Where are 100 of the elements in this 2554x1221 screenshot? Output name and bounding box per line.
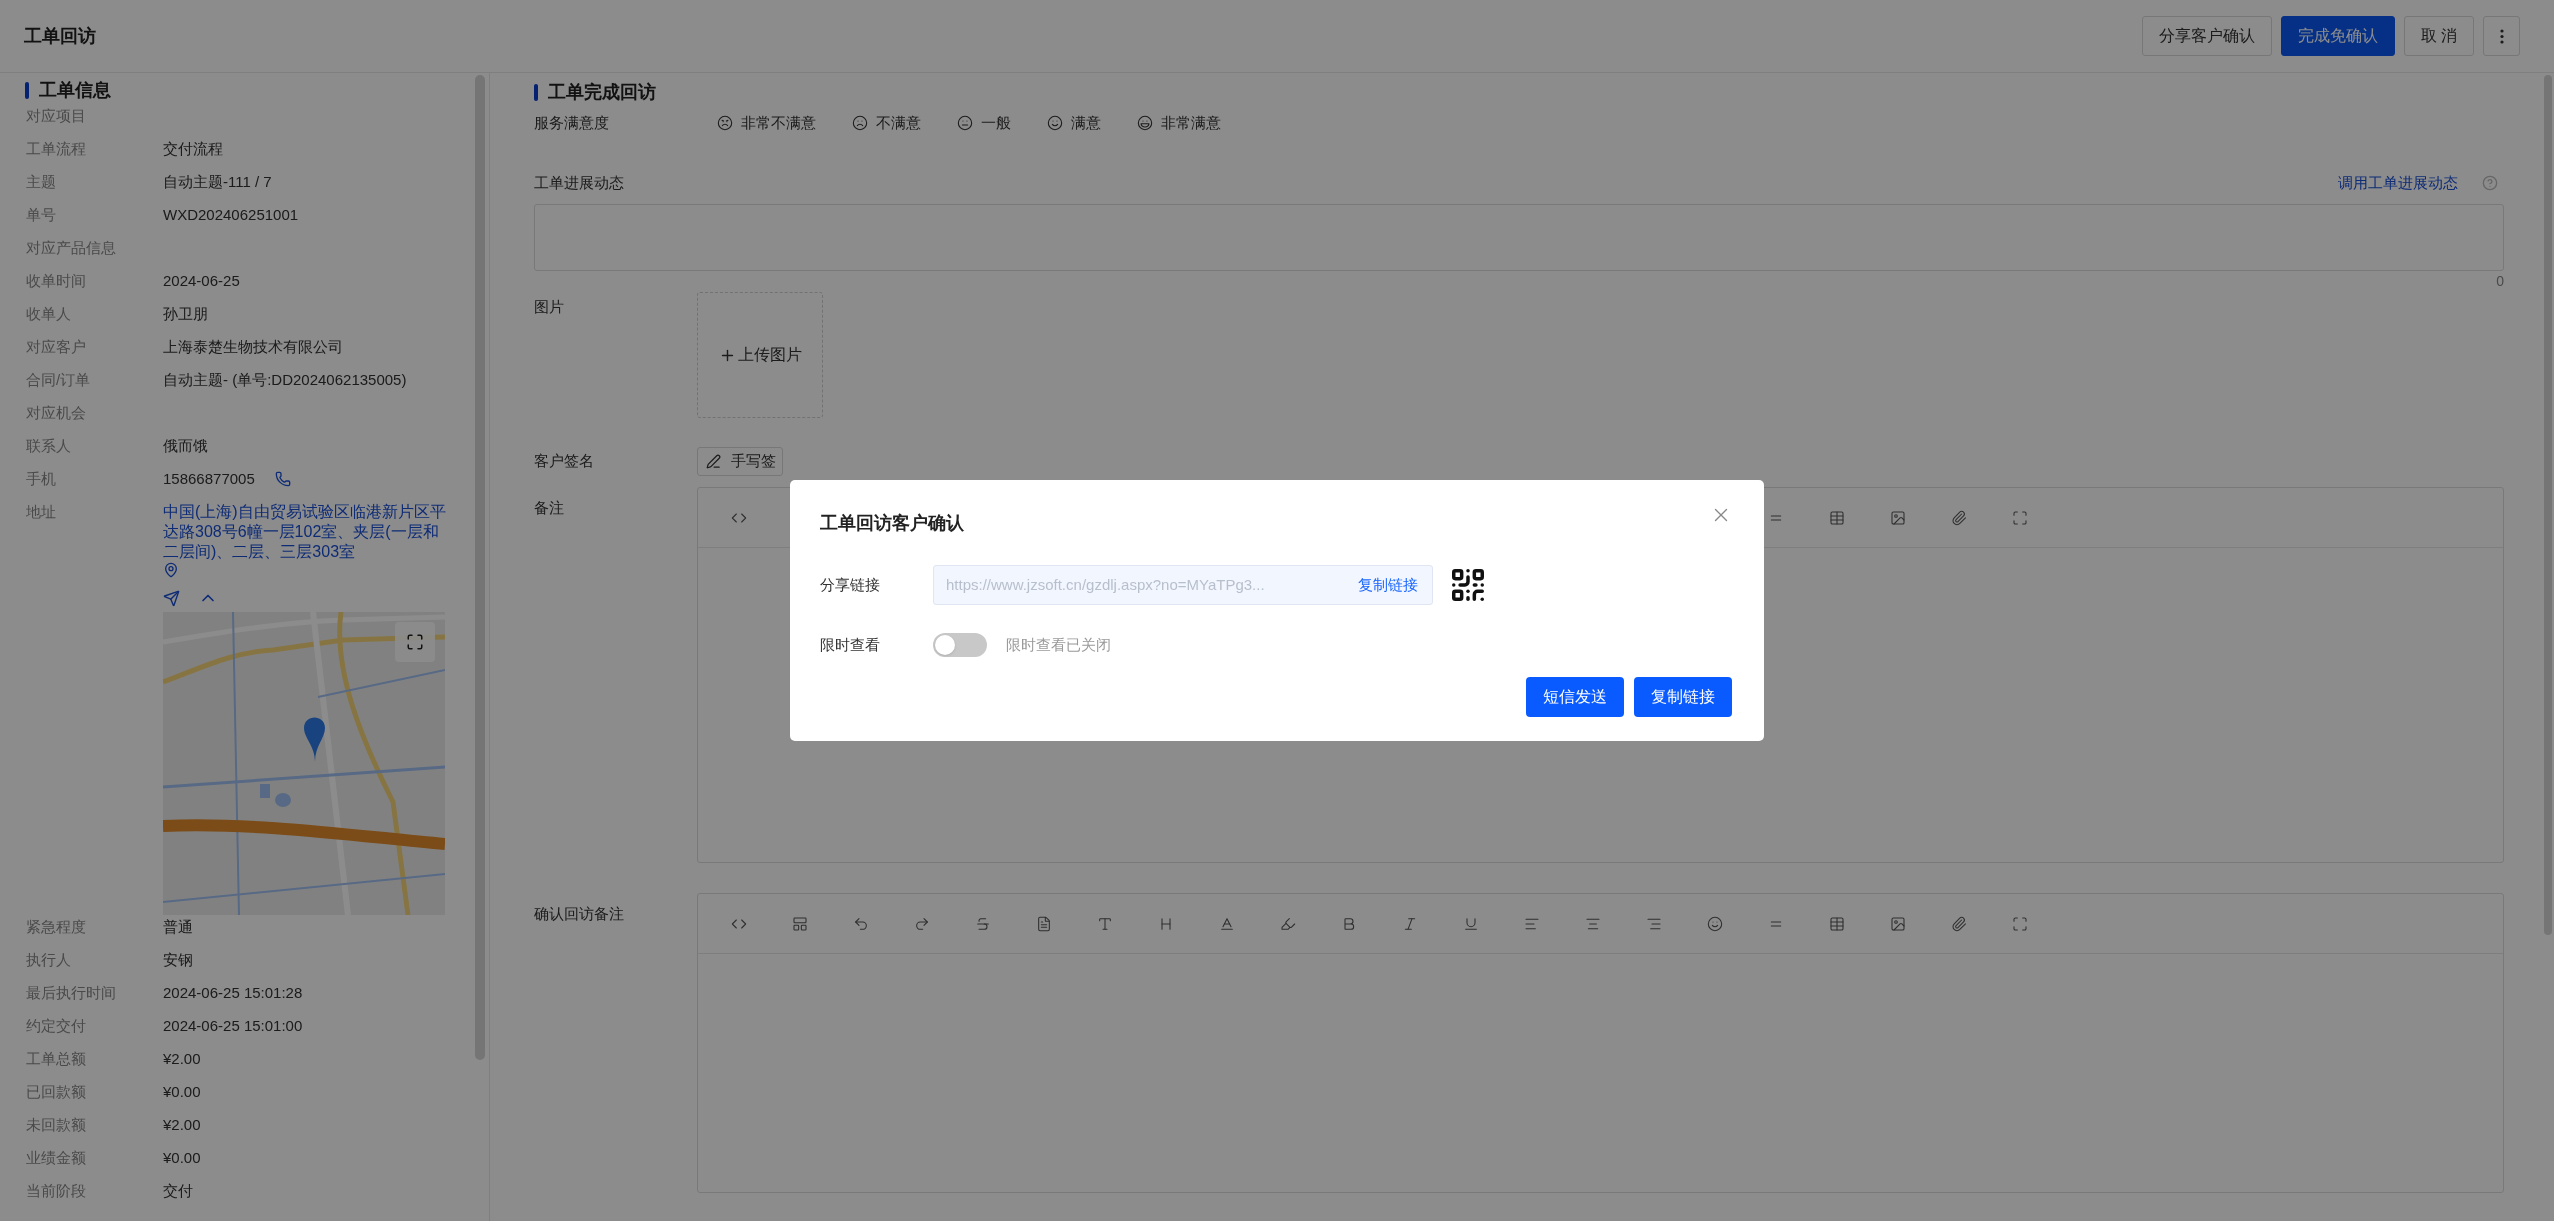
send-icon[interactable] [163,589,180,607]
font-color-icon[interactable] [1218,915,1235,932]
field-value: 2024-06-25 15:01:00 [163,1016,303,1036]
field-value: 15866877005 [163,469,255,489]
emoji-icon[interactable] [1706,915,1723,932]
field-label: 备注 [534,498,565,518]
strikethrough-icon[interactable] [974,915,991,932]
rating-option[interactable]: 非常满意 [1137,112,1221,135]
field-value: 孙卫朋 [163,304,208,324]
field-value: ¥0.00 [163,1148,201,1168]
header-button[interactable]: 取 消 [2403,16,2474,56]
laughing-face-icon [1137,115,1153,132]
qr-code-icon[interactable] [1449,566,1487,604]
field-label: 主题 [26,172,57,192]
dialog-button[interactable]: 短信发送 [1526,677,1624,717]
smile-face-icon [1047,115,1063,132]
field-label: 收单人 [26,304,72,324]
undo-icon[interactable] [852,915,869,932]
dialog-button[interactable]: 复制链接 [1634,677,1732,717]
share-link-field[interactable]: https://www.jzsoft.cn/gzdlj.aspx?no=MYaTPg3... 复制链接 [933,565,1433,605]
field-label: 合同/订单 [26,370,92,390]
field-label: 最后执行时间 [26,983,117,1003]
field-label: 手机 [26,469,57,489]
field-label: 对应产品信息 [26,238,117,258]
field-label: 分享链接 [820,574,881,595]
field-value: 交付流程 [163,139,223,159]
section-marker [25,82,29,99]
field-label: 收单时间 [26,271,87,291]
field-value: 普通 [163,917,193,937]
field-value: 自动主题-111 / 7 [163,172,272,192]
field-label: 联系人 [26,436,72,456]
load-progress-link[interactable]: 调用工单进展动态 [2338,171,2458,194]
section-marker [534,84,538,101]
character-count: 0 [2496,272,2504,291]
section-title: 工单完成回访 [548,81,656,104]
field-value: 交付 [163,1181,193,1201]
field-value: 俄而饿 [163,436,208,456]
document-icon[interactable] [1035,915,1052,932]
field-label: 图片 [534,297,565,317]
field-label: 对应项目 [26,106,87,126]
field-value: ¥2.00 [163,1115,201,1135]
time-limit-switch[interactable] [933,633,987,657]
header-button[interactable]: 完成免确认 [2280,16,2395,56]
field-label: 工单流程 [26,139,87,159]
table-icon[interactable] [1828,915,1845,932]
share-link-value: https://www.jzsoft.cn/gzdlj.aspx?no=MYaTPg3... [946,574,1265,595]
field-label: 当前阶段 [26,1181,87,1201]
field-label: 工单进展动态 [534,172,624,193]
rating-option[interactable]: 不满意 [852,112,921,135]
copy-link[interactable]: 复制链接 [1358,573,1418,597]
text-icon[interactable] [1096,915,1113,932]
address-link[interactable]: 中国(上海)自由贸易试验区临港新片区平达路308号6幢一层102室、夹层(一层和二层间)、二层、三层303室 [163,502,447,562]
redo-icon[interactable] [913,915,930,932]
field-label: 单号 [26,205,57,225]
map-pin-icon[interactable] [163,562,179,578]
field-label: 紧急程度 [26,917,87,937]
rating-option[interactable]: 非常不满意 [717,112,816,135]
highlighter-icon[interactable] [1279,915,1296,932]
rating-option[interactable]: 一般 [957,112,1011,135]
field-value: WXD202406251001 [163,205,299,225]
time-limit-status: 限时查看已关闭 [1006,634,1111,655]
help-icon[interactable] [2482,174,2498,191]
upload-image-button[interactable]: 上传图片 [697,292,823,418]
field-label: 执行人 [26,950,72,970]
field-label: 对应客户 [26,337,87,357]
field-label: 服务满意度 [534,113,610,133]
field-label: 业绩金额 [26,1148,87,1168]
template-icon[interactable] [791,915,808,932]
field-value: ¥2.00 [163,1049,201,1069]
handwrite-signature-button[interactable]: 手写签 [697,447,783,476]
image-icon[interactable] [1889,509,1906,526]
fullscreen-button[interactable] [395,622,435,662]
fullscreen-icon [406,633,424,651]
field-value: 安钢 [163,950,193,970]
table-icon[interactable] [1828,509,1845,526]
field-label: 已回款额 [26,1082,87,1102]
frown-face-icon [852,115,868,132]
field-label: 限时查看 [820,634,881,655]
field-label: 确认回访备注 [534,904,625,924]
header-button[interactable]: 分享客户确认 [2141,16,2272,56]
field-value: ¥0.00 [163,1082,201,1102]
phone-icon[interactable] [274,471,291,487]
attachment-icon[interactable] [1950,509,1967,526]
angry-face-icon [717,115,733,132]
field-label: 工单总额 [26,1049,87,1069]
rating-option[interactable]: 满意 [1047,112,1101,135]
field-value: 上海泰楚生物技术有限公司 [163,337,343,357]
section-title: 工单信息 [39,79,111,102]
dialog-title: 工单回访客户确认 [820,512,964,535]
underline-icon[interactable] [1462,915,1479,932]
field-value: 2024-06-25 [163,271,240,291]
field-value: 2024-06-25 15:01:28 [163,983,303,1003]
image-icon[interactable] [1889,915,1906,932]
fullscreen-icon[interactable] [2011,509,2028,526]
fullscreen-icon[interactable] [2011,915,2028,932]
field-value: 自动主题- (单号:DD2024062135005) [163,370,407,390]
neutral-face-icon [957,115,973,132]
field-label: 约定交付 [26,1016,87,1036]
attachment-icon[interactable] [1950,915,1967,932]
page-title: 工单回访 [24,24,96,48]
